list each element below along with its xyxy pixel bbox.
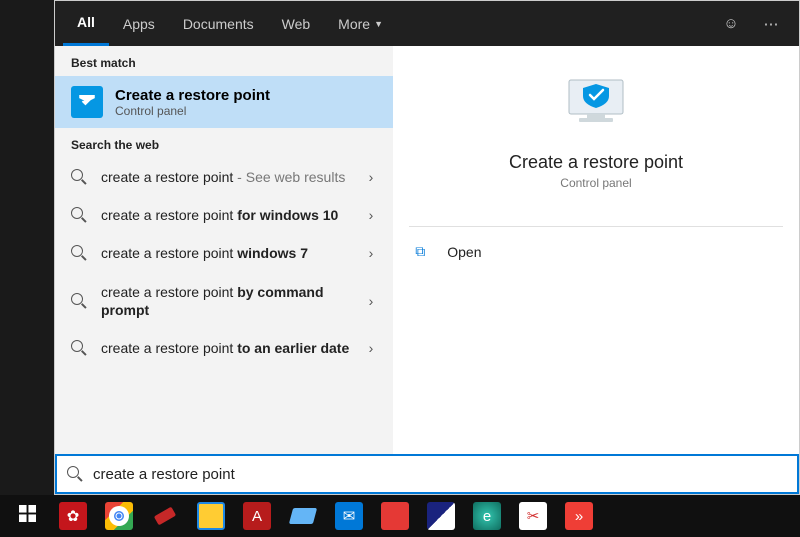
web-result-4[interactable]: create a restore point to an earlier dat…	[55, 329, 393, 367]
open-icon: ⧉	[415, 243, 435, 260]
taskbar: ✿ A ✉ e ✂ »	[0, 495, 800, 537]
taskbar-app-snip[interactable]: ✂	[510, 495, 556, 537]
taskbar-app-edge[interactable]: e	[464, 495, 510, 537]
taskbar-app-notes[interactable]	[280, 495, 326, 537]
open-action[interactable]: ⧉ Open	[409, 235, 783, 268]
open-label: Open	[447, 244, 481, 260]
web-result-text: create a restore point by command prompt	[101, 283, 361, 319]
search-tabs-bar: All Apps Documents Web More▼ ☺ ⋯	[55, 1, 799, 46]
detail-subtitle: Control panel	[560, 176, 631, 190]
tab-documents[interactable]: Documents	[169, 1, 268, 46]
web-result-0[interactable]: create a restore point - See web results…	[55, 158, 393, 196]
search-main-area: Best match Create a restore point Contro…	[55, 46, 799, 454]
taskbar-app-chrome[interactable]	[96, 495, 142, 537]
search-icon	[71, 207, 87, 223]
search-input-bar[interactable]	[55, 454, 799, 494]
tab-all[interactable]: All	[63, 1, 109, 46]
web-result-text: create a restore point windows 7	[101, 244, 361, 262]
web-result-text: create a restore point - See web results	[101, 168, 361, 186]
detail-pane: Create a restore point Control panel ⧉ O…	[393, 46, 799, 454]
chevron-right-icon: ›	[361, 245, 381, 261]
start-button[interactable]	[4, 495, 50, 537]
chevron-right-icon: ›	[361, 207, 381, 223]
web-result-1[interactable]: create a restore point for windows 10 ›	[55, 196, 393, 234]
web-result-text: create a restore point to an earlier dat…	[101, 339, 361, 357]
best-match-title: Create a restore point	[115, 87, 270, 104]
chevron-right-icon: ›	[361, 340, 381, 356]
search-web-header: Search the web	[55, 128, 393, 158]
results-column: Best match Create a restore point Contro…	[55, 46, 393, 454]
taskbar-app-usb[interactable]	[142, 495, 188, 537]
tab-web[interactable]: Web	[268, 1, 325, 46]
search-icon	[71, 169, 87, 185]
chevron-right-icon: ›	[361, 293, 381, 309]
more-options-icon[interactable]: ⋯	[751, 15, 791, 33]
windows-search-panel: All Apps Documents Web More▼ ☺ ⋯ Best ma…	[54, 0, 800, 495]
feedback-icon[interactable]: ☺	[711, 15, 751, 32]
taskbar-app-launcher[interactable]	[418, 495, 464, 537]
taskbar-app-mail[interactable]: ✉	[326, 495, 372, 537]
search-input[interactable]	[93, 466, 787, 483]
tab-apps[interactable]: Apps	[109, 1, 169, 46]
best-match-subtitle: Control panel	[115, 104, 270, 118]
tab-more[interactable]: More▼	[324, 1, 397, 46]
best-match-result[interactable]: Create a restore point Control panel	[55, 76, 393, 128]
shield-check-icon	[71, 86, 103, 118]
monitor-shield-icon	[561, 74, 631, 134]
best-match-text: Create a restore point Control panel	[115, 87, 270, 118]
best-match-header: Best match	[55, 46, 393, 76]
search-icon	[71, 340, 87, 356]
web-result-2[interactable]: create a restore point windows 7 ›	[55, 234, 393, 272]
web-result-text: create a restore point for windows 10	[101, 206, 361, 224]
detail-title: Create a restore point	[509, 152, 683, 173]
divider	[409, 226, 783, 227]
windows-logo-icon	[19, 505, 36, 527]
search-icon	[67, 466, 83, 482]
web-result-3[interactable]: create a restore point by command prompt…	[55, 273, 393, 329]
taskbar-app-file-explorer[interactable]	[188, 495, 234, 537]
chevron-down-icon: ▼	[374, 19, 383, 29]
taskbar-app-red-box[interactable]	[372, 495, 418, 537]
taskbar-app-huawei[interactable]: ✿	[50, 495, 96, 537]
search-icon	[71, 293, 87, 309]
taskbar-app-pdf[interactable]: A	[234, 495, 280, 537]
chevron-right-icon: ›	[361, 169, 381, 185]
taskbar-app-anydesk[interactable]: »	[556, 495, 602, 537]
search-icon	[71, 245, 87, 261]
